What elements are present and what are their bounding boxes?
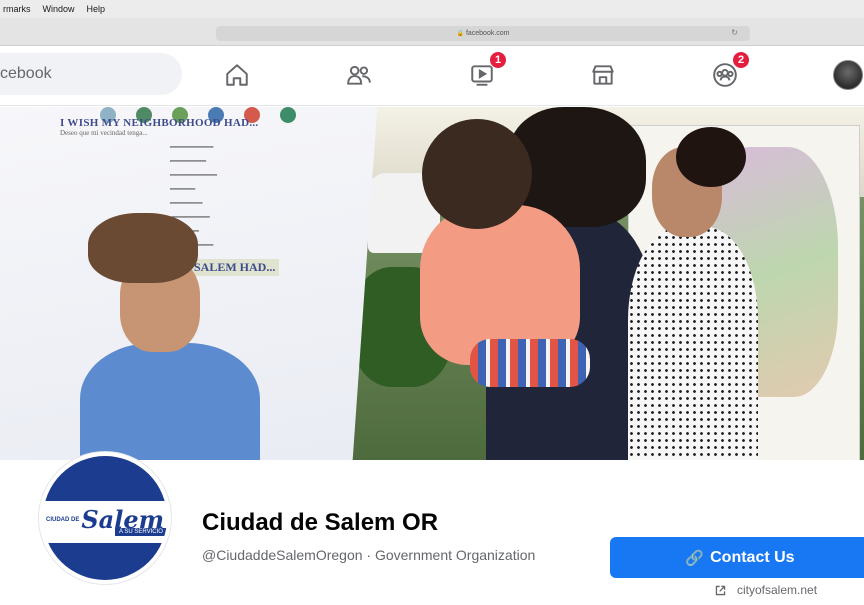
page-handle-category: @CiudaddeSalemOregon · Government Organi… (202, 547, 536, 563)
marketplace-tab[interactable] (586, 59, 620, 91)
page-profile-picture[interactable]: CIUDAD DE Salem A SU SERVICIO (39, 452, 171, 584)
reload-icon[interactable]: ↻ (731, 28, 738, 37)
poster-subheading: Deseo que mi vecindad tenga... (60, 129, 148, 137)
groups-tab[interactable]: 2 (708, 51, 750, 91)
woman-bun-hair (676, 127, 746, 187)
baby-plaid-shorts (470, 339, 590, 387)
poster-heading: I WISH MY NEIGHBORHOOD HAD... (60, 117, 259, 129)
home-tab[interactable] (220, 59, 254, 91)
website-url: cityofsalem.net (737, 583, 818, 597)
menu-bar: rmarks Window Help (0, 0, 864, 18)
logo-tagline: A SU SERVICIO (115, 528, 167, 536)
menu-window[interactable]: Window (43, 4, 75, 14)
marketplace-icon (592, 65, 614, 85)
url-text: facebook.com (465, 30, 510, 37)
baby-head (422, 119, 532, 229)
logo-small-text: CIUDAD DE (45, 517, 80, 523)
friends-icon (347, 65, 371, 85)
page-title: Ciudad de Salem OR (202, 509, 439, 536)
boy-shirt (80, 343, 260, 460)
browser-toolbar: 🔒 facebook.com ↻ (0, 18, 864, 46)
website-link[interactable]: cityofsalem.net (714, 583, 817, 597)
friends-tab[interactable] (342, 59, 376, 91)
contact-us-button[interactable]: 🔗 Contact Us (610, 537, 864, 578)
poster-heading-2: SALEM HAD... (190, 259, 280, 276)
link-icon: 🔗 (685, 549, 705, 567)
lock-icon: 🔒 (456, 31, 464, 37)
boy-hair (88, 213, 198, 283)
woman-polka-dot-top (628, 227, 758, 460)
menu-help[interactable]: Help (87, 4, 106, 14)
groups-notification-badge: 2 (732, 51, 750, 69)
facebook-navbar: cebook 1 2 (0, 46, 864, 106)
watch-tab[interactable]: 1 (465, 51, 507, 91)
external-link-icon (715, 585, 726, 595)
search-input[interactable]: cebook (0, 53, 182, 95)
menu-bookmarks[interactable]: rmarks (3, 4, 31, 14)
address-bar[interactable]: 🔒 facebook.com ↻ (216, 26, 750, 41)
home-icon (226, 64, 248, 86)
cover-photo[interactable]: I WISH MY NEIGHBORHOOD HAD... Deseo que … (0, 107, 864, 460)
contact-us-label: Contact Us (710, 548, 795, 566)
watch-notification-badge: 1 (489, 51, 507, 69)
account-avatar[interactable] (833, 60, 863, 90)
search-text: cebook (0, 65, 52, 82)
